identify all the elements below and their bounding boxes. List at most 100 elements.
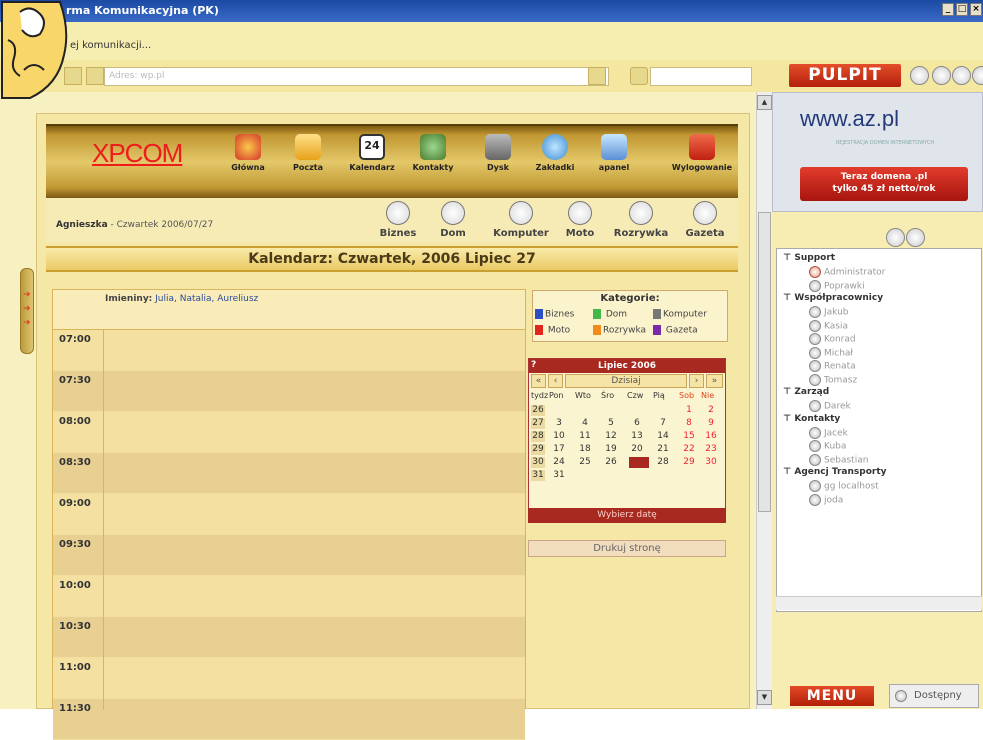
calendar-day[interactable]: 7 [655,418,671,429]
legend-item-moto[interactable]: Moto [535,325,570,336]
nav-wylogowanie[interactable]: Wylogowanie [670,134,734,172]
calendar-day[interactable]: 13 [629,431,645,442]
week-number[interactable]: 30 [531,457,545,468]
nav-zakladki[interactable]: Zakładki [530,134,580,172]
calendar-day[interactable]: 9 [703,418,719,429]
contact-item[interactable]: gg localhost [809,480,879,492]
maximize-button[interactable]: □ [956,3,968,16]
calendar-day[interactable]: 19 [603,444,619,455]
scroll-up-icon[interactable]: ▲ [757,95,772,110]
time-slot[interactable]: 10:30 [53,617,525,658]
category-dom[interactable]: Dom [436,201,470,239]
time-slot[interactable]: 10:00 [53,576,525,617]
nav-glowna[interactable]: Główna [228,134,268,172]
calendar-day[interactable]: 22 [681,444,697,455]
time-slot[interactable]: 08:00 [53,412,525,453]
calendar-help-button[interactable]: ? [531,360,536,370]
contact-group[interactable]: ⊤ Agencj Transporty [783,467,887,477]
contact-item[interactable]: Tomasz [809,373,857,386]
forward-button[interactable] [86,67,104,85]
help-icon[interactable] [952,66,971,85]
contact-item[interactable]: Darek [809,400,851,412]
today-button[interactable]: Dzisiaj [565,374,687,388]
calendar-day[interactable]: 6 [629,418,645,429]
ad-promo-button[interactable]: Teraz domena .pl tylko 45 zł netto/rok [800,167,968,201]
tools-icon[interactable] [932,66,951,85]
calendar-day[interactable]: 10 [551,431,567,442]
category-moto[interactable]: Moto [560,201,600,239]
time-slot[interactable]: 11:00 [53,658,525,699]
calendar-day[interactable]: 18 [577,444,593,455]
xpcom-logo[interactable]: XPCOM [92,138,183,169]
home-icon[interactable] [910,66,929,85]
week-number[interactable]: 29 [531,444,545,455]
nav-kontakty[interactable]: Kontakty [410,134,456,172]
calendar-day[interactable]: 11 [577,431,593,442]
calendar-day[interactable]: 17 [551,444,567,455]
contact-item[interactable]: Poprawki [809,279,865,292]
menubar-text[interactable]: ej komunikacji... [70,40,151,51]
contact-item[interactable]: Jakub [809,306,849,318]
calendar-day[interactable]: 14 [655,431,671,442]
nav-dysk[interactable]: Dysk [478,134,518,172]
time-slot[interactable]: 09:30 [53,535,525,576]
time-slot[interactable]: 07:00 [53,330,525,371]
calendar-day[interactable]: 29 [681,457,697,468]
calendar-day[interactable]: 5 [603,418,619,429]
calendar-day[interactable]: 2 [703,405,719,416]
calendar-day[interactable]: 15 [681,431,697,442]
contact-group[interactable]: ⊤ Współpracownicy [783,293,883,303]
contact-item[interactable]: joda [809,493,843,506]
calendar-day[interactable]: 8 [681,418,697,429]
contact-item[interactable]: Kasia [809,319,848,332]
week-number[interactable]: 31 [531,470,545,481]
calendar-day[interactable]: 3 [551,418,567,429]
contact-hscrollbar[interactable] [776,596,982,610]
legend-item-komputer[interactable]: Komputer [653,309,707,320]
content-scrollbar[interactable]: ▲ ▼ [756,92,772,709]
calendar-day[interactable]: 24 [551,457,567,468]
calendar-day[interactable]: 25 [577,457,593,468]
contact-item[interactable]: Renata [809,360,856,372]
contact-group[interactable]: ⊤ Kontakty [783,414,840,424]
print-page-button[interactable]: Drukuj stronę [528,540,726,557]
search-input[interactable] [650,67,752,86]
contact-group[interactable]: ⊤ Support [783,253,835,263]
time-slot[interactable]: 11:30 [53,699,525,740]
calendar-day[interactable]: 16 [703,431,719,442]
next-month-button[interactable]: › [689,374,704,388]
time-slot[interactable]: 09:00 [53,494,525,535]
search-icon[interactable] [630,67,648,85]
scroll-down-icon[interactable]: ▼ [757,690,772,705]
contact-item[interactable]: Konrad [809,333,856,345]
calendar-day[interactable]: 1 [681,405,697,416]
contact-item[interactable]: Michał [809,346,853,359]
prev-year-button[interactable]: « [531,374,546,388]
week-number[interactable]: 27 [531,418,545,429]
minimize-button[interactable]: _ [942,3,954,16]
category-rozrywka[interactable]: Rozrywka [610,201,672,239]
calendar-day[interactable]: 21 [655,444,671,455]
side-panel-toggle[interactable]: ➜ ➜ ➜ [20,268,34,354]
legend-item-biznes[interactable]: Biznes [535,309,574,320]
calendar-day[interactable]: 4 [577,418,593,429]
category-biznes[interactable]: Biznes [378,201,418,239]
refresh-icon[interactable] [886,228,905,247]
address-input[interactable]: Adres: wp.pl [104,67,609,86]
contact-item[interactable]: Sebastian [809,453,868,466]
status-button[interactable]: Dostępny [889,684,979,708]
time-slot[interactable]: 07:30 [53,371,525,412]
calendar-day[interactable]: 12 [603,431,619,442]
pulpit-button[interactable]: PULPIT [789,64,901,87]
nav-kalendarz[interactable]: 24 Kalendarz [346,134,398,172]
nav-poczta[interactable]: Poczta [288,134,328,172]
calendar-day[interactable]: 23 [703,444,719,455]
week-number[interactable]: 26 [531,405,545,416]
calendar-day[interactable]: 31 [551,470,567,481]
menu-button[interactable]: MENU [790,686,874,706]
next-year-button[interactable]: » [706,374,723,388]
legend-item-rozrywka[interactable]: Rozrywka [593,325,646,336]
go-button[interactable] [588,67,606,85]
settings-icon[interactable] [906,228,925,247]
time-slot[interactable]: 08:30 [53,453,525,494]
